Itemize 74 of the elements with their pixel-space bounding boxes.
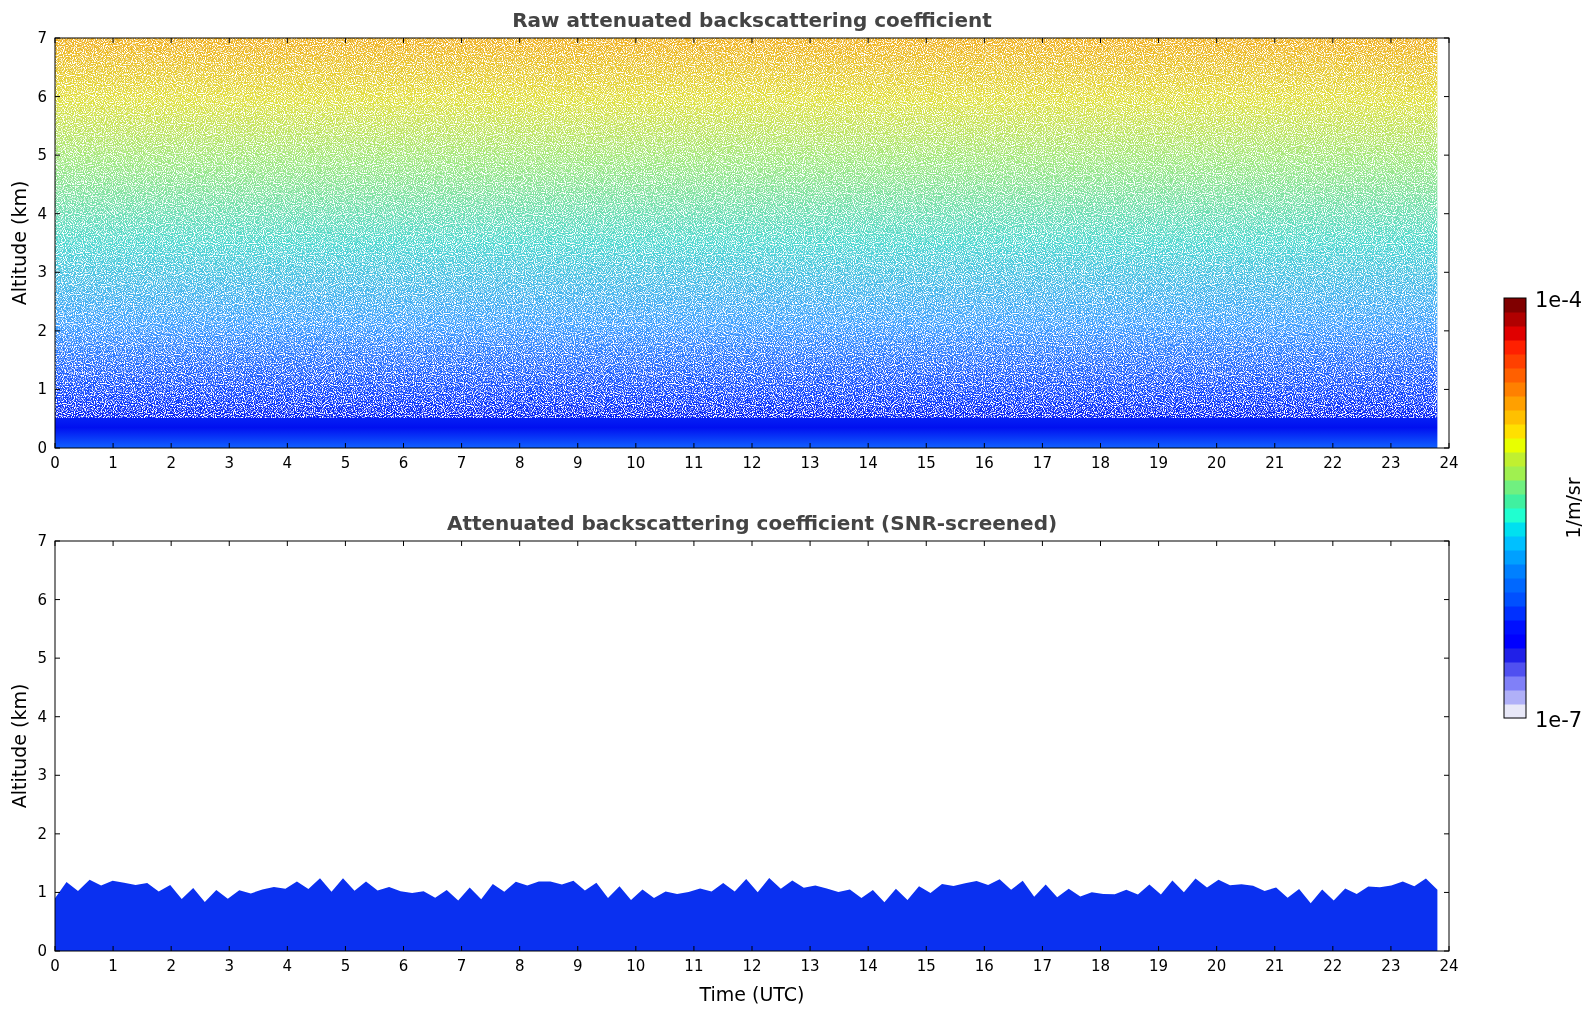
tick-label: 3 <box>37 766 47 785</box>
tick-label: 7 <box>456 454 467 472</box>
tick-label: 9 <box>573 957 583 975</box>
tick-label: 8 <box>514 957 525 975</box>
tick-label: 6 <box>37 87 47 106</box>
tick-label: 14 <box>858 454 878 472</box>
tick-label: 16 <box>974 454 994 472</box>
tick-label: 13 <box>800 454 820 472</box>
tick-label: 4 <box>37 707 47 726</box>
tick-label: 21 <box>1265 454 1285 472</box>
tick-label: 0 <box>37 439 47 457</box>
tick-label: 7 <box>456 957 467 975</box>
tick-label: 11 <box>684 454 704 472</box>
tick-label: 4 <box>282 957 293 975</box>
tick-label: 0 <box>37 942 47 960</box>
tick-label: 6 <box>398 454 409 472</box>
tick-label: 24 <box>1439 454 1459 472</box>
axis-label: Time (UTC) <box>699 983 805 1005</box>
tick-label: 16 <box>974 957 994 975</box>
tick-label: 9 <box>573 454 583 472</box>
tick-label: 2 <box>37 824 47 843</box>
axis-label: Altitude (km) <box>8 683 30 809</box>
tick-label: 2 <box>37 321 47 340</box>
tick-label: 12 <box>742 454 762 472</box>
tick-label: 13 <box>800 957 820 975</box>
tick-label: 5 <box>340 454 351 472</box>
tick-label: 1 <box>37 883 47 902</box>
tick-label: 2 <box>166 454 176 472</box>
tick-label: 7 <box>37 29 47 47</box>
tick-label: 18 <box>1090 454 1111 472</box>
tick-label: 19 <box>1149 454 1169 472</box>
tick-label: 23 <box>1381 454 1401 472</box>
tick-label: 6 <box>37 590 47 609</box>
tick-label: 3 <box>224 454 234 472</box>
tick-label: 7 <box>37 532 47 550</box>
tick-label: 0 <box>50 957 60 975</box>
tick-label: 4 <box>282 454 293 472</box>
tick-label: 22 <box>1323 957 1343 975</box>
tick-label: 5 <box>340 957 351 975</box>
tick-label: 20 <box>1207 454 1227 472</box>
tick-label: 17 <box>1032 957 1052 975</box>
tick-label: 8 <box>514 454 525 472</box>
tick-label: 22 <box>1323 454 1343 472</box>
tick-label: 15 <box>916 957 936 975</box>
tick-label: 1 <box>108 957 118 975</box>
tick-label: 23 <box>1381 957 1401 975</box>
axis-label: Altitude (km) <box>8 180 30 306</box>
tick-label: 11 <box>684 957 704 975</box>
tick-label: 3 <box>224 957 234 975</box>
tick-label: 21 <box>1265 957 1285 975</box>
tick-label: 12 <box>742 957 762 975</box>
tick-label: 18 <box>1090 957 1111 975</box>
tick-label: 6 <box>398 957 409 975</box>
tick-label: 24 <box>1439 957 1459 975</box>
tick-label: 5 <box>37 146 47 165</box>
tick-label: 10 <box>626 957 646 975</box>
tick-label: 1 <box>108 454 118 472</box>
tick-label: 15 <box>916 454 936 472</box>
tick-label: 19 <box>1149 957 1169 975</box>
plot-title: Raw attenuated backscattering coefficient <box>512 8 992 32</box>
colorbar-unit: 1/m/sr <box>1562 477 1584 539</box>
tick-label: 1 <box>37 380 47 399</box>
tick-label: 20 <box>1207 957 1227 975</box>
tick-label: 2 <box>166 957 176 975</box>
plot-title: Attenuated backscattering coefficient (SNR-screened) <box>446 511 1058 535</box>
colorbar-label: 1e-7 <box>1535 708 1583 732</box>
tick-label: 3 <box>37 263 47 282</box>
tick-label: 0 <box>50 454 60 472</box>
tick-label: 14 <box>858 957 878 975</box>
tick-label: 17 <box>1032 454 1052 472</box>
tick-label: 10 <box>626 454 646 472</box>
tick-label: 5 <box>37 649 47 668</box>
tick-label: 4 <box>37 204 47 223</box>
colorbar-label: 1e-4 <box>1535 288 1583 312</box>
